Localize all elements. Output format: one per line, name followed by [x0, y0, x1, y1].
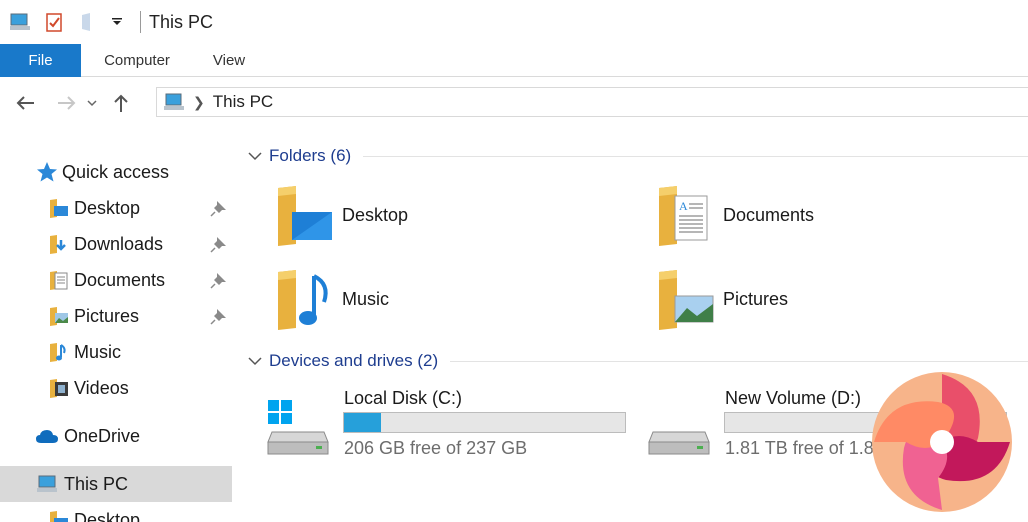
breadcrumb-this-pc[interactable]: This PC: [213, 92, 273, 112]
chevron-down-icon[interactable]: [244, 356, 266, 366]
drives-group-title: Devices and drives (2): [269, 351, 439, 370]
videos-folder-icon: [48, 377, 70, 399]
documents-folder-icon: A: [659, 186, 708, 246]
desktop-folder-icon: [48, 197, 70, 219]
tab-view[interactable]: View: [193, 44, 265, 77]
chevron-right-icon[interactable]: ❯: [193, 94, 205, 111]
arrow-right-icon: [58, 96, 76, 110]
window-title: This PC: [149, 11, 214, 32]
drive-usage-fill: [344, 413, 381, 432]
title-separator: [140, 11, 141, 33]
folder-tile-pictures[interactable]: Pictures: [655, 266, 788, 332]
sidebar-item-onedrive[interactable]: OneDrive: [0, 418, 232, 454]
computer-icon[interactable]: [8, 10, 32, 34]
navigation-pane: Quick access Desktop Downloads Documents: [0, 150, 232, 522]
divider: [450, 360, 1028, 362]
chevron-down-icon[interactable]: [244, 151, 266, 161]
sidebar-item-pictures[interactable]: Pictures: [0, 298, 232, 334]
pin-icon[interactable]: [210, 307, 228, 325]
title-bar: This PC: [0, 0, 1028, 44]
properties-icon[interactable]: [42, 10, 66, 34]
address-bar[interactable]: ❯ This PC: [156, 87, 1028, 117]
star-icon: [36, 161, 58, 183]
svg-text:A: A: [679, 199, 688, 213]
cloud-icon: [34, 425, 60, 447]
navigation-bar: ❯ This PC: [0, 86, 1028, 120]
folders-group-header[interactable]: Folders (6): [240, 141, 1028, 171]
folder-tile-music[interactable]: Music: [274, 266, 389, 332]
sidebar-item-documents[interactable]: Documents: [0, 262, 232, 298]
sidebar-item-music[interactable]: Music: [0, 334, 232, 370]
back-button[interactable]: [10, 88, 40, 118]
pin-icon[interactable]: [210, 235, 228, 253]
folder-tile-documents[interactable]: A Documents: [655, 182, 814, 248]
ribbon-tabs: File Computer View: [0, 44, 1028, 77]
tab-computer[interactable]: Computer: [81, 44, 193, 77]
forward-button[interactable]: [52, 88, 82, 118]
desktop-folder-icon: [278, 186, 332, 246]
folder-tile-desktop[interactable]: Desktop: [274, 182, 408, 248]
drive-usage-bar: [343, 412, 626, 433]
pictures-folder-icon: [659, 270, 714, 330]
sidebar-item-desktop-2[interactable]: Desktop: [0, 502, 232, 522]
new-folder-icon[interactable]: [76, 10, 100, 34]
sidebar-item-this-pc[interactable]: This PC: [0, 466, 232, 502]
pictures-folder-icon: [48, 305, 70, 327]
computer-icon: [34, 473, 60, 495]
watermark-logo: [872, 372, 1012, 512]
pin-icon[interactable]: [210, 199, 228, 217]
quick-access-toolbar: [0, 0, 134, 44]
computer-icon: [163, 92, 185, 112]
drive-icon: [648, 431, 710, 455]
music-folder-icon: [278, 270, 328, 330]
sidebar-item-videos[interactable]: Videos: [0, 370, 232, 406]
tab-file[interactable]: File: [0, 44, 81, 77]
sidebar-item-desktop[interactable]: Desktop: [0, 190, 232, 226]
chevron-down-icon: [87, 100, 97, 107]
arrow-left-icon: [16, 96, 34, 110]
folders-group-title: Folders (6): [269, 146, 352, 165]
documents-folder-icon: [48, 269, 70, 291]
recent-locations-button[interactable]: [82, 88, 102, 118]
arrow-up-icon: [114, 94, 128, 112]
sidebar-item-quick-access[interactable]: Quick access: [0, 154, 232, 190]
windows-drive-icon: [267, 400, 329, 455]
sidebar-item-downloads[interactable]: Downloads: [0, 226, 232, 262]
pin-icon[interactable]: [210, 271, 228, 289]
drive-tile-c[interactable]: Local Disk (C:) 206 GB free of 237 GB: [240, 388, 626, 468]
up-button[interactable]: [106, 88, 136, 118]
chevron-down-icon[interactable]: [110, 10, 124, 34]
downloads-folder-icon: [48, 233, 70, 255]
music-folder-icon: [48, 341, 70, 363]
desktop-folder-icon: [48, 509, 70, 522]
divider: [363, 155, 1028, 157]
